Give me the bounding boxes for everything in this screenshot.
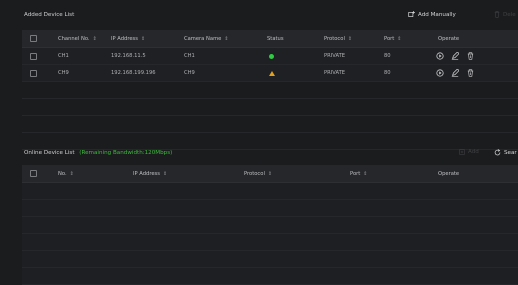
col-port[interactable]: Port ⇕ <box>384 30 402 47</box>
row-operate <box>434 48 479 64</box>
select-all-checkbox[interactable] <box>30 165 37 182</box>
add-device-icon <box>408 11 415 17</box>
col-port[interactable]: Port ⇕ <box>350 165 368 182</box>
added-device-table: Channel No. ⇕ IP Address ⇕ Camera Name ⇕ St… <box>22 30 518 150</box>
play-circle-icon[interactable] <box>434 50 446 62</box>
empty-row <box>22 268 518 285</box>
trash-icon[interactable] <box>464 50 476 62</box>
row-ip: 192.168.11.5 <box>111 53 146 59</box>
select-all-checkbox[interactable] <box>30 30 37 47</box>
col-status: Status <box>267 35 284 42</box>
online-device-table: No. ⇕ IP Address ⇕ Protocol ⇕ Port ⇕ Operate <box>22 165 518 285</box>
row-protocol: PRIVATE <box>324 53 346 59</box>
empty-row <box>22 217 518 234</box>
row-port: 80 <box>384 70 391 76</box>
play-circle-icon[interactable] <box>434 67 446 79</box>
refresh-search-icon <box>494 149 501 156</box>
table-row[interactable]: CH9 192.168.199.196 CH9 PRIVATE 80 <box>22 65 518 82</box>
empty-row <box>22 116 518 133</box>
online-table-header: No. ⇕ IP Address ⇕ Protocol ⇕ Port ⇕ Operate <box>22 165 518 183</box>
row-camera-name: CH1 <box>184 53 195 59</box>
status-online-icon <box>269 48 274 64</box>
empty-row <box>22 82 518 99</box>
col-protocol[interactable]: Protocol ⇕ <box>244 165 272 182</box>
col-channel-no[interactable]: Channel No. ⇕ <box>58 30 97 47</box>
row-channel: CH1 <box>58 53 69 59</box>
add-manually-label: Add Manually <box>418 11 456 18</box>
col-no[interactable]: No. ⇕ <box>58 165 74 182</box>
online-title-label: Online Device List <box>24 150 75 156</box>
row-checkbox[interactable] <box>30 48 37 64</box>
status-warning-icon <box>269 65 275 81</box>
search-label: Sear <box>504 149 517 156</box>
delete-button[interactable]: Dele <box>494 11 516 18</box>
col-camera-name[interactable]: Camera Name ⇕ <box>184 30 229 47</box>
empty-row <box>22 133 518 150</box>
col-ip-address[interactable]: IP Address ⇕ <box>111 30 145 47</box>
search-button[interactable]: Sear <box>494 149 517 156</box>
col-operate: Operate <box>438 170 460 177</box>
col-ip-address[interactable]: IP Address ⇕ <box>133 165 167 182</box>
trash-icon <box>494 11 500 18</box>
add-icon <box>459 149 465 155</box>
row-ip: 192.168.199.196 <box>111 70 156 76</box>
empty-row <box>22 234 518 251</box>
row-port: 80 <box>384 53 391 59</box>
row-channel: CH9 <box>58 70 69 76</box>
delete-label: Dele <box>503 11 516 18</box>
added-device-list-title: Added Device List <box>24 12 75 18</box>
add-manually-button[interactable]: Add Manually <box>408 11 456 18</box>
col-protocol[interactable]: Protocol ⇕ <box>324 30 352 47</box>
edit-icon[interactable] <box>449 50 461 62</box>
empty-row <box>22 200 518 217</box>
row-operate <box>434 65 479 81</box>
trash-icon[interactable] <box>464 67 476 79</box>
online-device-list-title: Online Device List (Remaining Bandwidth:… <box>24 150 172 156</box>
edit-icon[interactable] <box>449 67 461 79</box>
bandwidth-label: (Remaining Bandwidth:120Mbps) <box>79 150 173 156</box>
add-button[interactable]: Add <box>459 149 479 155</box>
row-checkbox[interactable] <box>30 65 37 81</box>
row-protocol: PRIVATE <box>324 70 346 76</box>
add-label: Add <box>468 149 479 155</box>
empty-row <box>22 251 518 268</box>
empty-row <box>22 99 518 116</box>
row-camera-name: CH9 <box>184 70 195 76</box>
col-operate: Operate <box>438 35 460 42</box>
added-table-header: Channel No. ⇕ IP Address ⇕ Camera Name ⇕ St… <box>22 30 518 48</box>
table-row[interactable]: CH1 192.168.11.5 CH1 PRIVATE 80 <box>22 48 518 65</box>
empty-row <box>22 183 518 200</box>
